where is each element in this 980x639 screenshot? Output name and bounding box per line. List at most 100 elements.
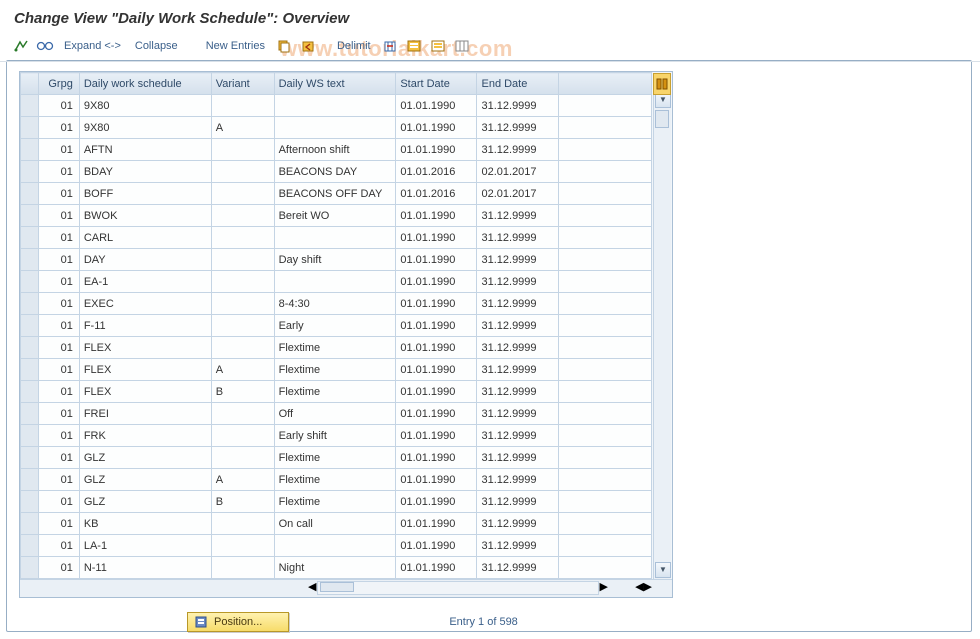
cell-grpg[interactable]: 01 — [39, 183, 80, 205]
table-row[interactable]: 01FLEXBFlextime01.01.199031.12.9999 — [21, 381, 652, 403]
hscroll-right-icon[interactable]: ▶ — [600, 580, 608, 597]
cell-variant[interactable]: A — [211, 117, 274, 139]
table-row[interactable]: 01GLZBFlextime01.01.199031.12.9999 — [21, 491, 652, 513]
cell-text[interactable]: Flextime — [274, 359, 396, 381]
col-header-end[interactable]: End Date — [477, 73, 558, 95]
cell-variant[interactable] — [211, 161, 274, 183]
cell-variant[interactable] — [211, 425, 274, 447]
cell-text[interactable]: Early — [274, 315, 396, 337]
cell-variant[interactable]: B — [211, 381, 274, 403]
cell-grpg[interactable]: 01 — [39, 491, 80, 513]
row-selector[interactable] — [21, 139, 39, 161]
col-header-grpg[interactable]: Grpg — [39, 73, 80, 95]
cell-text[interactable]: Flextime — [274, 469, 396, 491]
cell-variant[interactable]: A — [211, 359, 274, 381]
table-row[interactable]: 01N-11Night01.01.199031.12.9999 — [21, 557, 652, 579]
hscroll-left-icon[interactable]: ◀ — [308, 580, 316, 597]
cell-dws[interactable]: BDAY — [79, 161, 211, 183]
cell-start[interactable]: 01.01.1990 — [396, 425, 477, 447]
row-selector[interactable] — [21, 491, 39, 513]
hscroll-thumb[interactable] — [320, 582, 354, 592]
cell-text[interactable] — [274, 271, 396, 293]
cell-grpg[interactable]: 01 — [39, 95, 80, 117]
scroll-bottom-icon[interactable]: ▼ — [655, 562, 671, 578]
cell-grpg[interactable]: 01 — [39, 315, 80, 337]
cell-grpg[interactable]: 01 — [39, 337, 80, 359]
cell-grpg[interactable]: 01 — [39, 557, 80, 579]
cell-start[interactable]: 01.01.1990 — [396, 447, 477, 469]
cell-grpg[interactable]: 01 — [39, 139, 80, 161]
cell-text[interactable]: BEACONS DAY — [274, 161, 396, 183]
cell-start[interactable]: 01.01.1990 — [396, 337, 477, 359]
cell-end[interactable]: 31.12.9999 — [477, 139, 558, 161]
row-selector[interactable] — [21, 447, 39, 469]
cell-text[interactable]: Flextime — [274, 447, 396, 469]
vertical-scrollbar[interactable]: ▲ ▼ ▼ — [653, 73, 671, 579]
cell-start[interactable]: 01.01.1990 — [396, 381, 477, 403]
cell-dws[interactable]: DAY — [79, 249, 211, 271]
configure-icon[interactable] — [453, 37, 471, 55]
row-selector[interactable] — [21, 249, 39, 271]
expand-button[interactable]: Expand <-> — [60, 40, 125, 52]
row-selector[interactable] — [21, 293, 39, 315]
cell-start[interactable]: 01.01.1990 — [396, 535, 477, 557]
hscroll-left2-icon[interactable]: ◀ — [635, 580, 643, 597]
cell-start[interactable]: 01.01.1990 — [396, 293, 477, 315]
cell-grpg[interactable]: 01 — [39, 271, 80, 293]
row-selector[interactable] — [21, 359, 39, 381]
cell-end[interactable]: 31.12.9999 — [477, 535, 558, 557]
table-row[interactable]: 01CARL01.01.199031.12.9999 — [21, 227, 652, 249]
cell-dws[interactable]: 9X80 — [79, 117, 211, 139]
table-row[interactable]: 01GLZFlextime01.01.199031.12.9999 — [21, 447, 652, 469]
cell-grpg[interactable]: 01 — [39, 117, 80, 139]
row-selector[interactable] — [21, 227, 39, 249]
col-header-selector[interactable] — [21, 73, 39, 95]
cell-start[interactable]: 01.01.1990 — [396, 205, 477, 227]
cell-variant[interactable] — [211, 249, 274, 271]
cell-text[interactable]: Flextime — [274, 381, 396, 403]
cell-dws[interactable]: GLZ — [79, 491, 211, 513]
cell-variant[interactable] — [211, 337, 274, 359]
row-selector[interactable] — [21, 183, 39, 205]
cell-variant[interactable] — [211, 271, 274, 293]
cell-dws[interactable]: F-11 — [79, 315, 211, 337]
cell-variant[interactable] — [211, 557, 274, 579]
select-all-icon[interactable] — [405, 37, 423, 55]
cell-end[interactable]: 31.12.9999 — [477, 227, 558, 249]
col-header-text[interactable]: Daily WS text — [274, 73, 396, 95]
cell-end[interactable]: 31.12.9999 — [477, 95, 558, 117]
cell-variant[interactable] — [211, 205, 274, 227]
cell-variant[interactable] — [211, 139, 274, 161]
cell-start[interactable]: 01.01.1990 — [396, 513, 477, 535]
row-selector[interactable] — [21, 513, 39, 535]
cell-text[interactable]: Off — [274, 403, 396, 425]
col-header-dws[interactable]: Daily work schedule — [79, 73, 211, 95]
delete-icon[interactable] — [381, 37, 399, 55]
cell-end[interactable]: 31.12.9999 — [477, 447, 558, 469]
cell-text[interactable]: 8-4:30 — [274, 293, 396, 315]
cell-text[interactable]: Day shift — [274, 249, 396, 271]
cell-text[interactable] — [274, 117, 396, 139]
cell-variant[interactable] — [211, 227, 274, 249]
cell-variant[interactable] — [211, 183, 274, 205]
cell-variant[interactable]: B — [211, 491, 274, 513]
cell-dws[interactable]: GLZ — [79, 469, 211, 491]
table-row[interactable]: 01KBOn call01.01.199031.12.9999 — [21, 513, 652, 535]
scroll-thumb[interactable] — [655, 110, 669, 128]
table-row[interactable]: 01FRKEarly shift01.01.199031.12.9999 — [21, 425, 652, 447]
delimit-button[interactable]: Delimit — [333, 40, 375, 52]
scroll-track[interactable] — [654, 129, 671, 561]
cell-dws[interactable]: CARL — [79, 227, 211, 249]
cell-end[interactable]: 31.12.9999 — [477, 513, 558, 535]
cell-grpg[interactable]: 01 — [39, 249, 80, 271]
cell-end[interactable]: 31.12.9999 — [477, 293, 558, 315]
row-selector[interactable] — [21, 95, 39, 117]
cell-variant[interactable] — [211, 293, 274, 315]
row-selector[interactable] — [21, 403, 39, 425]
cell-grpg[interactable]: 01 — [39, 205, 80, 227]
col-header-variant[interactable]: Variant — [211, 73, 274, 95]
table-row[interactable]: 019X80A01.01.199031.12.9999 — [21, 117, 652, 139]
cell-end[interactable]: 31.12.9999 — [477, 469, 558, 491]
cell-variant[interactable] — [211, 403, 274, 425]
table-row[interactable]: 01EXEC8-4:3001.01.199031.12.9999 — [21, 293, 652, 315]
